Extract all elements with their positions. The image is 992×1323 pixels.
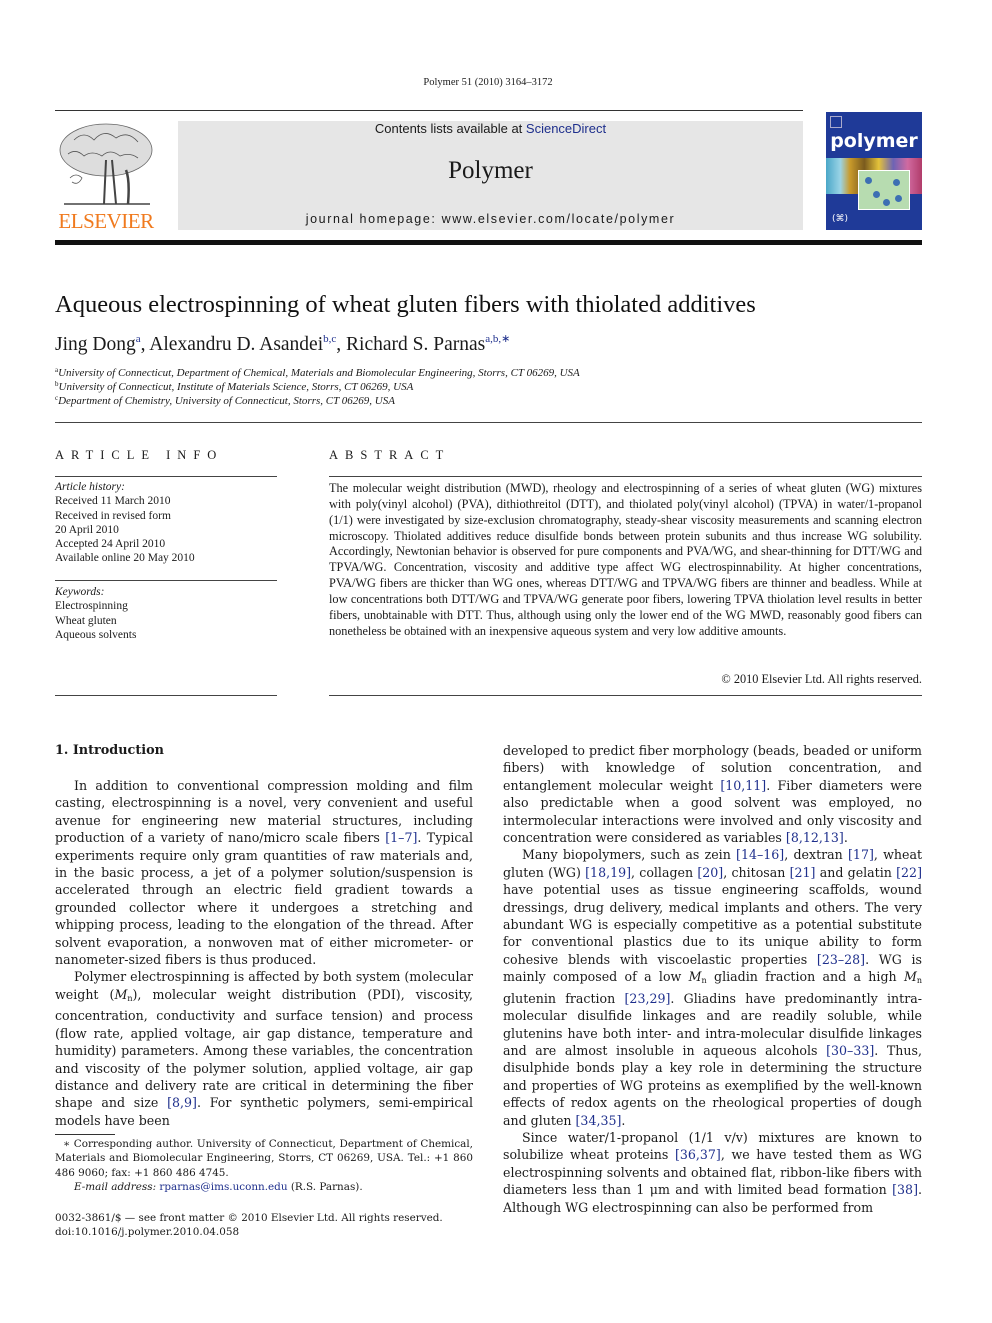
footnote: ∗ Corresponding author. University of Co… [55, 1137, 473, 1195]
homepage-prefix: journal homepage: [305, 212, 442, 226]
footnote-rule [55, 1134, 115, 1135]
citation-link[interactable]: [17] [848, 847, 874, 862]
email-suffix: (R.S. Parnas). [287, 1181, 363, 1194]
keyword: Electrospinning [55, 600, 128, 613]
citation-link[interactable]: [14–16] [736, 847, 784, 862]
journal-name: Polymer [448, 157, 533, 184]
keywords-divider [55, 580, 277, 581]
cover-emblem-icon [830, 116, 842, 128]
author-name[interactable]: Jing Dong [55, 334, 136, 355]
history-item: Received 11 March 2010 [55, 495, 171, 508]
author-affil-mark[interactable]: a,b,∗ [485, 333, 510, 345]
keywords-label: Keywords: [55, 586, 105, 598]
affiliation: bUniversity of Connecticut, Institute of… [55, 380, 413, 393]
math-symbol: Mn [903, 969, 922, 986]
article-history: Article history: Received 11 March 2010 … [55, 480, 277, 566]
affiliation: aUniversity of Connecticut, Department o… [55, 366, 580, 379]
abstract-bottom-rule [329, 695, 922, 696]
history-item: Received in revised form [55, 509, 171, 522]
author-list: Jing Donga, Alexandru D. Asandeib,c, Ric… [55, 333, 511, 355]
email-label: E-mail address: [74, 1181, 160, 1194]
corresponding-author-note: ∗ Corresponding author. University of Co… [55, 1138, 473, 1179]
citation-link[interactable]: [22] [896, 865, 922, 880]
issn-line: 0032-3861/$ — see front matter © 2010 El… [55, 1212, 443, 1224]
math-symbol: Mn [688, 969, 707, 986]
citation-link[interactable]: [8,12,13] [786, 830, 844, 845]
article-info-heading: ARTICLE INFO [55, 448, 224, 462]
article-title: Aqueous electrospinning of wheat gluten … [55, 291, 756, 318]
history-label: Article history: [55, 481, 125, 493]
author-affil-mark[interactable]: a [136, 333, 141, 345]
author-affil-mark[interactable]: b,c [323, 333, 336, 345]
affiliation-divider [55, 422, 922, 423]
affil-text: Department of Chemistry, University of C… [58, 395, 395, 407]
abstract-copyright: © 2010 Elsevier Ltd. All rights reserved… [721, 672, 922, 686]
paragraph: Since water/1-propanol (1/1 v/v) mixture… [503, 1129, 922, 1215]
citation-link[interactable]: [8,9] [167, 1095, 197, 1110]
citation-link[interactable]: [23,29] [625, 991, 671, 1006]
elsevier-logo[interactable]: ELSEVIER [54, 120, 158, 232]
header-thick-rule [55, 240, 922, 245]
citation-link[interactable]: [23–28] [817, 952, 865, 967]
citation-link[interactable]: [30–33] [826, 1043, 874, 1058]
keyword: Wheat gluten [55, 614, 117, 627]
citation-link[interactable]: [36,37] [675, 1147, 721, 1162]
paragraph: developed to predict fiber morphology (b… [503, 743, 922, 846]
paragraph: Many biopolymers, such as zein [14–16], … [503, 847, 923, 1128]
citation-link[interactable]: [18,19] [585, 865, 631, 880]
history-item: Accepted 24 April 2010 [55, 538, 166, 551]
contents-prefix: Contents lists available at [374, 121, 526, 136]
body-column-right: developed to predict fiber morphology (b… [503, 742, 922, 1216]
homepage-url[interactable]: www.elsevier.com/locate/polymer [442, 212, 676, 226]
citation-link[interactable]: [34,35] [576, 1113, 622, 1128]
affil-text: University of Connecticut, Institute of … [58, 381, 414, 393]
front-matter: 0032-3861/$ — see front matter © 2010 El… [55, 1211, 443, 1240]
history-item: Available online 20 May 2010 [55, 552, 195, 565]
section-heading: 1. Introduction [55, 743, 164, 758]
paragraph: In addition to conventional compression … [55, 778, 474, 968]
article-info-divider [55, 476, 277, 477]
abstract-divider [329, 476, 922, 477]
citation-link[interactable]: [1–7] [385, 830, 417, 845]
keyword: Aqueous solvents [55, 628, 137, 641]
header-divider [55, 110, 803, 111]
author-name[interactable]: Alexandru D. Asandei [149, 334, 323, 355]
citation-link[interactable]: [38] [892, 1182, 918, 1197]
journal-citation: Polymer 51 (2010) 3164–3172 [423, 77, 553, 88]
sciencedirect-link[interactable]: ScienceDirect [526, 121, 606, 136]
citation-link[interactable]: [20] [697, 865, 723, 880]
cover-inset-image [858, 170, 910, 210]
email-link[interactable]: rparnas@ims.uconn.edu [159, 1181, 287, 1193]
article-info-bottom-rule [55, 695, 277, 696]
cover-title: polymer [830, 130, 918, 152]
paragraph: Polymer electrospinning is affected by b… [55, 969, 473, 1128]
math-symbol: Mn [114, 986, 133, 1003]
history-item: 20 April 2010 [55, 523, 119, 536]
journal-cover[interactable]: polymer (⌘) [826, 112, 922, 230]
citation-link[interactable]: [21] [790, 865, 816, 880]
affiliation: cDepartment of Chemistry, University of … [55, 394, 395, 407]
doi-line[interactable]: doi:10.1016/j.polymer.2010.04.058 [55, 1225, 443, 1239]
body-column-left: In addition to conventional compression … [55, 777, 473, 1129]
contents-line: Contents lists available at ScienceDirec… [178, 121, 803, 136]
keywords: Keywords: Electrospinning Wheat gluten A… [55, 585, 277, 642]
author-name[interactable]: Richard S. Parnas [346, 334, 485, 355]
email-line: E-mail address: rparnas@ims.uconn.edu (R… [55, 1180, 473, 1194]
citation-link[interactable]: [10,11] [720, 778, 766, 793]
abstract-text: The molecular weight distribution (MWD),… [329, 481, 922, 638]
elsevier-tree-icon [59, 123, 153, 205]
elsevier-wordmark: ELSEVIER [58, 209, 154, 233]
journal-homepage: journal homepage: www.elsevier.com/locat… [178, 212, 803, 226]
affil-text: University of Connecticut, Department of… [58, 367, 580, 379]
abstract-heading: ABSTRACT [329, 448, 451, 462]
cover-footer-icon: (⌘) [832, 214, 849, 224]
